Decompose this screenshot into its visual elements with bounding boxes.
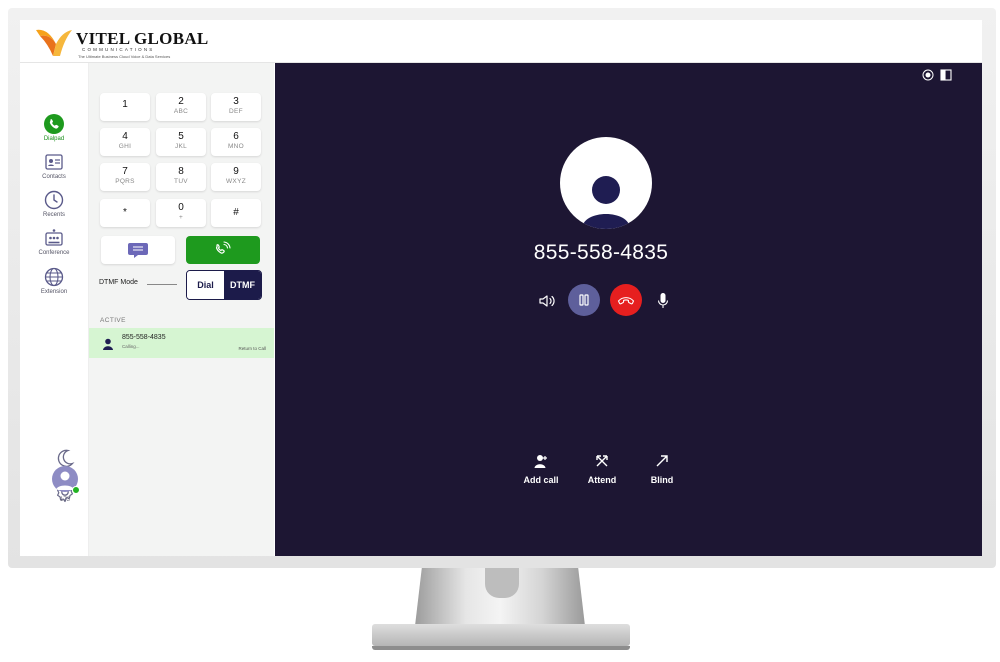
user-icon bbox=[582, 176, 630, 229]
sidebar-item-label: Recents bbox=[42, 212, 65, 218]
key-digit: 7 bbox=[122, 166, 128, 177]
chat-icon bbox=[128, 243, 148, 258]
key-digit: 6 bbox=[233, 131, 239, 142]
key-4[interactable]: 4 GHI bbox=[100, 128, 150, 156]
sidebar-item-extension[interactable]: Extension bbox=[20, 266, 88, 295]
contacts-icon bbox=[45, 154, 63, 170]
key-1[interactable]: 1 bbox=[100, 93, 150, 121]
dialpad-panel: 1 2 ABC 3 DEF 4 GHI 5 JKL 6 MNO 7 PQRS 8 TUV 9W… bbox=[89, 63, 274, 556]
app-header: VITEL GLOBAL COMMUNICATIONS The Ultimate… bbox=[20, 20, 982, 63]
key-digit: 8 bbox=[178, 166, 184, 177]
sidebar-item-label: Extension bbox=[40, 289, 68, 295]
key-star[interactable]: * bbox=[100, 199, 150, 227]
brand-name: VITEL GLOBAL bbox=[76, 29, 209, 48]
globe-icon bbox=[44, 267, 64, 287]
key-digit: * bbox=[123, 207, 127, 218]
blind-transfer-icon bbox=[656, 455, 668, 467]
active-call-number: 855-558-4835 bbox=[122, 334, 166, 341]
key-2[interactable]: 2 ABC bbox=[156, 93, 206, 121]
key-letters: JKL bbox=[174, 143, 188, 150]
key-digit: 0 bbox=[178, 202, 184, 213]
screen: VITEL GLOBAL COMMUNICATIONS The Ultimate… bbox=[20, 20, 982, 556]
brand-logo: VITEL GLOBAL COMMUNICATIONS The Ultimate… bbox=[34, 26, 208, 60]
sidebar-item-label: Conference bbox=[38, 250, 70, 256]
attended-transfer-icon bbox=[596, 455, 608, 467]
add-call-label: Add call bbox=[523, 475, 559, 485]
sidebar-item-label: Dialpad bbox=[43, 136, 65, 142]
key-digit: 9 bbox=[233, 166, 239, 177]
hangup-button[interactable] bbox=[610, 284, 642, 316]
hold-button[interactable] bbox=[568, 284, 600, 316]
add-call-button[interactable]: Add call bbox=[516, 454, 566, 488]
key-0[interactable]: 0 + bbox=[156, 199, 206, 227]
sidebar-item-contacts[interactable]: Contacts bbox=[20, 151, 88, 180]
caller-number: 855-558-4835 bbox=[533, 241, 669, 264]
blind-label: Blind bbox=[650, 475, 674, 485]
key-digit: 1 bbox=[122, 99, 128, 110]
key-letters: GHI bbox=[118, 143, 132, 150]
key-7[interactable]: 7 PQRS bbox=[100, 163, 150, 191]
key-letters: MNO bbox=[227, 143, 245, 150]
sidebar-item-dialpad[interactable]: Dialpad bbox=[20, 113, 88, 142]
call-screen: 855-558-4835 Add call Attend Blind bbox=[275, 63, 982, 556]
presence-indicator bbox=[72, 486, 80, 494]
key-digit: 2 bbox=[178, 96, 184, 107]
toggle-dtmf[interactable]: DTMF bbox=[224, 271, 261, 299]
divider bbox=[147, 284, 177, 285]
clock-icon bbox=[44, 190, 64, 210]
speaker-icon bbox=[539, 295, 555, 307]
caller-avatar bbox=[560, 137, 652, 229]
add-user-icon bbox=[534, 455, 547, 468]
dial-dtmf-toggle[interactable]: Dial DTMF bbox=[186, 270, 262, 300]
monitor-frame: VITEL GLOBAL COMMUNICATIONS The Ultimate… bbox=[8, 8, 996, 568]
key-digit: 3 bbox=[233, 96, 239, 107]
key-letters: TUV bbox=[174, 178, 188, 185]
key-digit: 4 bbox=[122, 131, 128, 142]
monitor-stand-neck bbox=[415, 568, 585, 626]
key-letters: ABC bbox=[173, 108, 189, 115]
call-button[interactable] bbox=[186, 236, 260, 264]
panel-toggle-icon[interactable] bbox=[940, 69, 952, 81]
pause-icon bbox=[579, 294, 589, 306]
microphone-icon bbox=[657, 293, 669, 308]
user-icon bbox=[103, 338, 113, 350]
sidebar-item-label: Contacts bbox=[42, 174, 66, 180]
attend-transfer-button[interactable]: Attend bbox=[577, 454, 627, 488]
key-8[interactable]: 8 TUV bbox=[156, 163, 206, 191]
key-6[interactable]: 6 MNO bbox=[211, 128, 261, 156]
call-top-icons bbox=[922, 69, 952, 81]
dtmf-mode-label: DTMF Mode bbox=[99, 279, 138, 286]
speaker-button[interactable] bbox=[537, 291, 557, 311]
brand-tagline: The Ultimate Business Cloud Voice & Data… bbox=[78, 54, 171, 59]
toggle-dial[interactable]: Dial bbox=[187, 271, 224, 299]
active-call-row[interactable]: 855-558-4835 Calling... Return to Call bbox=[89, 328, 274, 358]
sidebar-item-conference[interactable]: Conference bbox=[20, 227, 88, 256]
active-call-status: Calling... bbox=[122, 344, 140, 349]
key-digit: # bbox=[233, 207, 239, 218]
key-letters: WXYZ bbox=[226, 178, 246, 185]
key-3[interactable]: 3 DEF bbox=[211, 93, 261, 121]
brand-subtitle: COMMUNICATIONS bbox=[82, 47, 155, 52]
key-letters: PQRS bbox=[115, 178, 135, 185]
phone-icon bbox=[44, 114, 64, 134]
sidebar-item-recents[interactable]: Recents bbox=[20, 189, 88, 218]
key-digit: 5 bbox=[178, 131, 184, 142]
key-letters: + bbox=[178, 214, 184, 221]
key-hash[interactable]: # bbox=[211, 199, 261, 227]
key-9[interactable]: 9 WXYZ bbox=[211, 163, 261, 191]
key-5[interactable]: 5 JKL bbox=[156, 128, 206, 156]
attend-label: Attend bbox=[587, 475, 617, 485]
mute-button[interactable] bbox=[655, 291, 671, 311]
phone-ringing-icon bbox=[216, 241, 231, 254]
active-section-title: ACTIVE bbox=[100, 317, 126, 324]
key-letters: DEF bbox=[229, 108, 243, 115]
logo-mark-icon bbox=[36, 29, 72, 56]
return-to-call-link[interactable]: Return to Call bbox=[238, 346, 266, 351]
hangup-icon bbox=[617, 297, 635, 305]
conference-icon bbox=[45, 229, 63, 246]
blind-transfer-button[interactable]: Blind bbox=[637, 454, 687, 488]
monitor-stand-base bbox=[372, 624, 630, 650]
message-button[interactable] bbox=[101, 236, 175, 264]
record-icon[interactable] bbox=[922, 69, 934, 81]
